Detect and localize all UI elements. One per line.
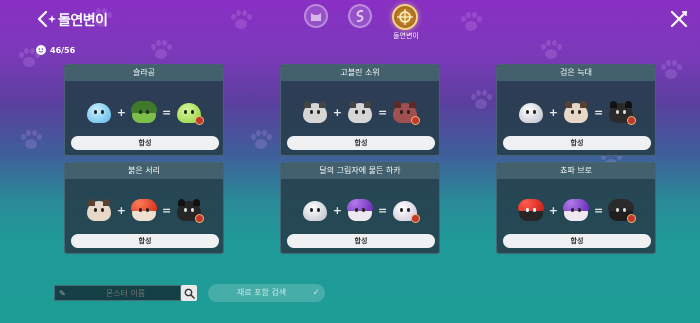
check-icon: ✓ — [312, 288, 320, 298]
back-button[interactable] — [36, 10, 56, 28]
cat-icon — [311, 13, 321, 21]
pencil-icon: ✎ — [59, 288, 66, 298]
mode-tabs: 돌연변이 — [300, 4, 440, 44]
plus-sign: + — [116, 203, 126, 217]
recipe-card: 달의 그림자에 물든 하카 + = 합성 — [280, 162, 440, 254]
green-slime-icon — [177, 101, 205, 125]
monster-search-input[interactable] — [71, 288, 180, 298]
plus-sign: + — [548, 203, 558, 217]
panda-icon — [564, 101, 588, 123]
purple-mushroom-icon — [347, 199, 373, 221]
equals-sign: = — [378, 105, 388, 119]
recipe-title: 쵸파 브로 — [497, 163, 655, 179]
material-search-toggle[interactable]: 재료 포함 검색 ✓ — [208, 284, 325, 302]
page-title: 돌연변이 — [58, 13, 108, 29]
recipe-formula: + = — [281, 99, 439, 125]
search-button[interactable] — [181, 285, 197, 301]
search-icon — [184, 288, 195, 299]
synthesize-button[interactable]: 합성 — [287, 136, 435, 150]
recipe-title: 고블린 소위 — [281, 65, 439, 81]
frost-slime-icon — [518, 101, 543, 123]
monster-search-field: ✎ — [54, 285, 181, 301]
close-button[interactable] — [669, 9, 689, 29]
swirl-icon — [356, 9, 364, 23]
tab-mutation-label: 돌연변이 — [393, 32, 419, 40]
recipe-card: 붉은 서리 + = 합성 — [64, 162, 224, 254]
equals-sign: = — [162, 105, 172, 119]
dark-mushroom-icon — [608, 199, 637, 223]
equals-sign: = — [162, 203, 172, 217]
purple-mushroom-icon — [563, 199, 589, 221]
red-mushroom-icon — [517, 199, 544, 221]
recipe-card: 고블린 소위 + = 합성 — [280, 64, 440, 156]
tab-mutation[interactable] — [392, 4, 418, 30]
raccoon-icon — [302, 101, 327, 123]
face-icon — [36, 45, 46, 55]
blue-slime-icon — [86, 101, 111, 123]
recipe-card: 슬라공 + = 합성 — [64, 64, 224, 156]
synthesize-button[interactable]: 합성 — [503, 136, 651, 150]
recipe-formula: + = — [497, 99, 655, 125]
synthesize-button[interactable]: 합성 — [71, 136, 219, 150]
recipe-title: 슬라공 — [65, 65, 223, 81]
recipe-title: 붉은 서리 — [65, 163, 223, 179]
red-raccoon-icon — [393, 101, 421, 125]
recipe-formula: + = — [497, 197, 655, 223]
dark-bear-icon — [177, 199, 205, 223]
synthesize-button[interactable]: 합성 — [503, 234, 651, 248]
black-wolf-icon — [609, 101, 637, 125]
panda-icon — [86, 199, 111, 221]
equals-sign: = — [378, 203, 388, 217]
plus-sign: + — [332, 105, 342, 119]
recipe-title: 달의 그림자에 물든 하카 — [281, 163, 439, 179]
synthesize-button[interactable]: 합성 — [287, 234, 435, 248]
equals-sign: = — [594, 203, 604, 217]
mutation-icon — [397, 9, 413, 25]
moon-shadow-slime-icon — [393, 199, 421, 223]
equals-sign: = — [594, 105, 604, 119]
close-icon — [670, 10, 688, 28]
goblin-icon — [131, 101, 157, 123]
synthesize-button[interactable]: 합성 — [71, 234, 219, 248]
tab-1[interactable] — [304, 4, 328, 28]
recipe-card: 검은 늑대 + = 합성 — [496, 64, 656, 156]
red-mushroom-icon — [131, 199, 157, 221]
collection-count-value: 46/56 — [50, 45, 76, 55]
plus-sign: + — [548, 105, 558, 119]
plus-sign: + — [332, 203, 342, 217]
tab-2[interactable] — [348, 4, 372, 28]
recipe-formula: + = — [65, 197, 223, 223]
plus-sign: + — [116, 105, 126, 119]
recipe-title: 검은 늑대 — [497, 65, 655, 81]
header: 돌연변이 돌연변이 — [0, 0, 700, 40]
raccoon-icon — [348, 101, 372, 123]
frost-slime-icon — [302, 199, 327, 221]
recipe-formula: + = — [281, 197, 439, 223]
collection-count: 46/56 — [36, 44, 75, 56]
material-search-label: 재료 포함 검색 — [236, 288, 287, 297]
recipe-card: 쵸파 브로 + = 합성 — [496, 162, 656, 254]
back-arrow-icon — [37, 10, 56, 28]
recipe-formula: + = — [65, 99, 223, 125]
